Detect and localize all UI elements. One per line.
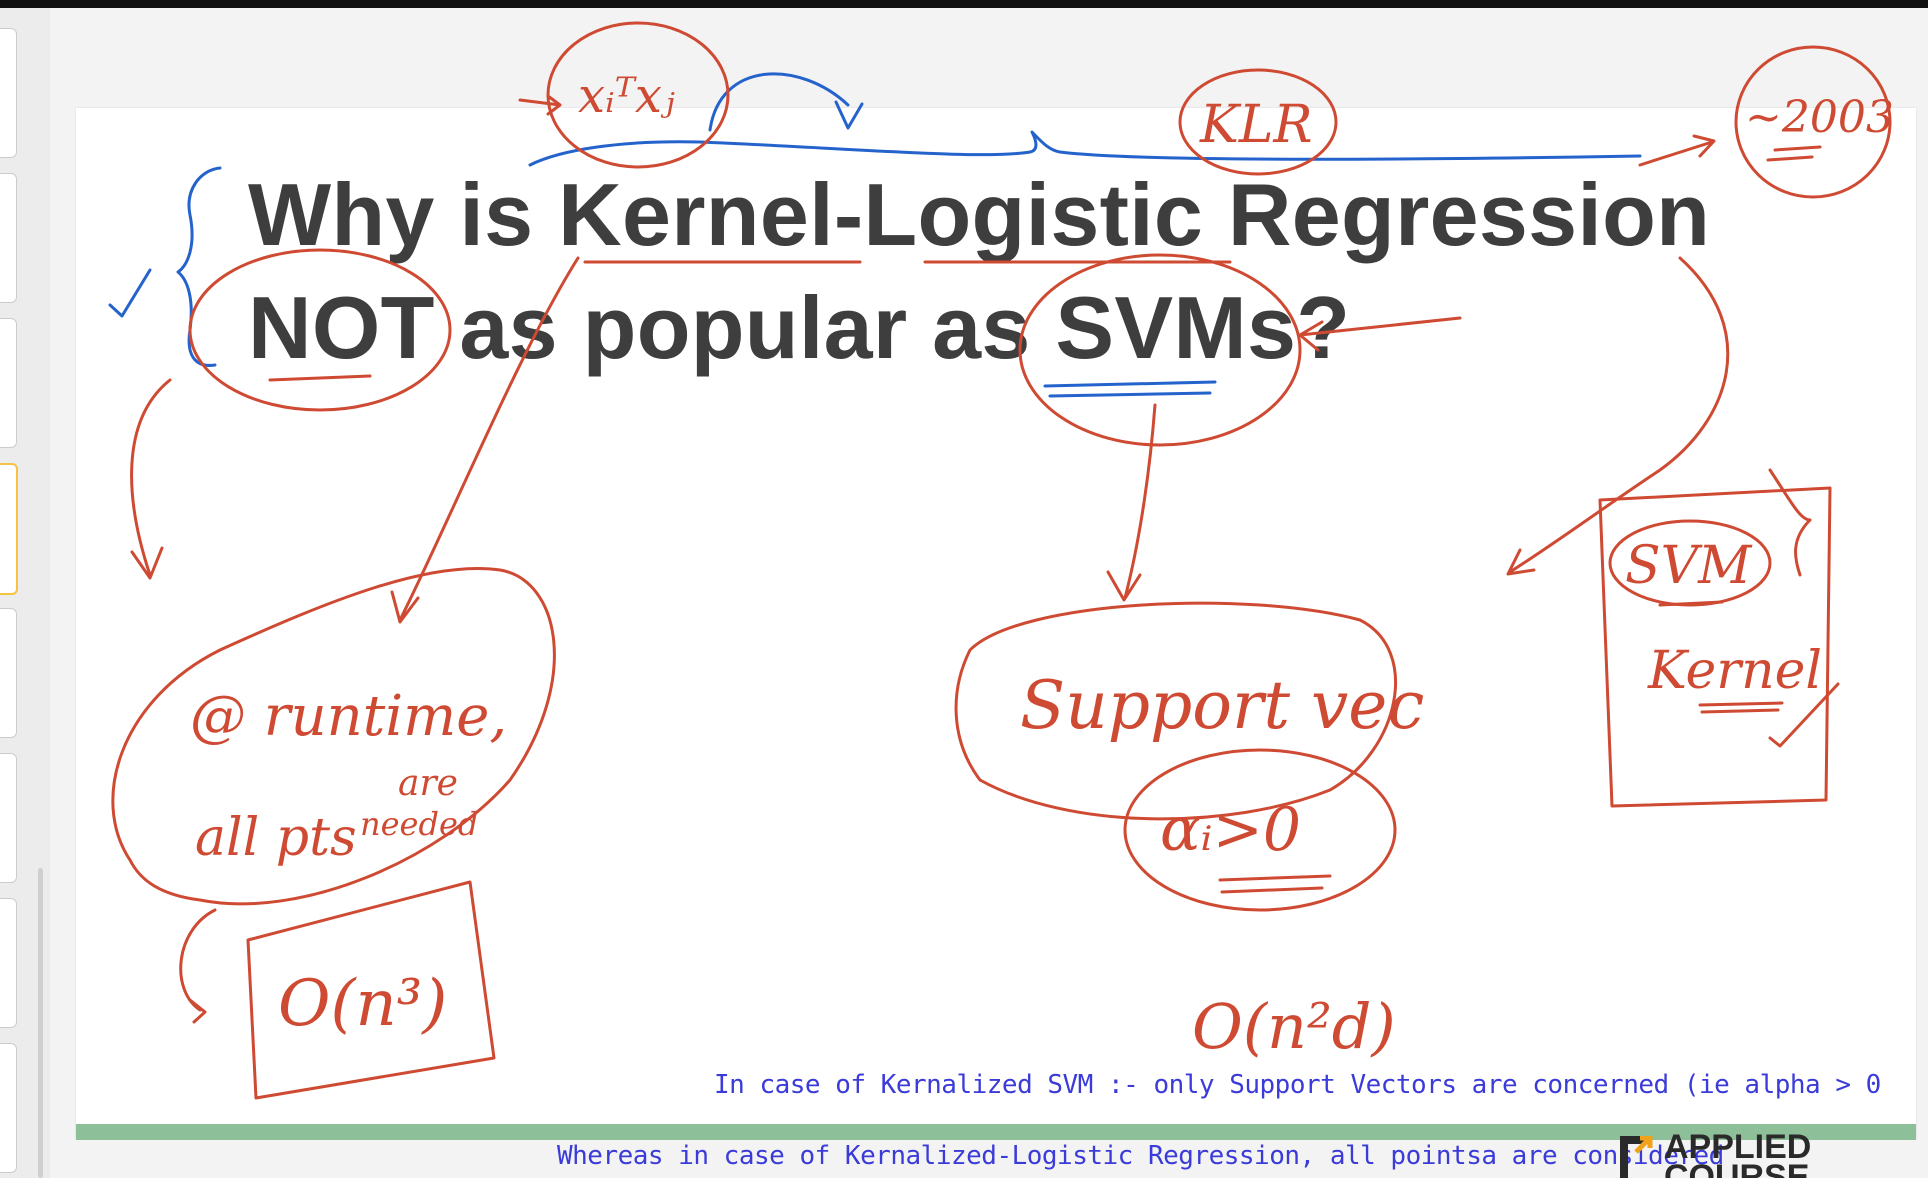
logo-mark-icon: [1620, 1136, 1653, 1178]
runtime-text-3: are: [398, 763, 458, 804]
circle-svms: [1018, 253, 1302, 447]
complexity-n3: O(n³): [278, 967, 447, 1041]
arrow-to-year: [1638, 134, 1716, 167]
applied-course-logo: APPLIED COURSE: [1620, 1132, 1920, 1178]
klr-label: KLR: [1199, 95, 1313, 155]
underline-not: [268, 374, 372, 382]
blue-brace: [176, 166, 222, 367]
arrow-from-not: [130, 378, 172, 580]
ink-annotations-layer: @ runtime, all pts are needed O(n³) Supp…: [108, 21, 1894, 1100]
xi-xj-left-arrow: [518, 94, 562, 116]
logo-line-2: COURSE: [1664, 1158, 1810, 1178]
arrow-klr-to-svm: [1506, 256, 1730, 576]
circle-not: [188, 248, 452, 412]
xi-xj-label: xᵢᵀxⱼ: [578, 68, 675, 124]
check-svm: [1768, 468, 1812, 577]
underline-alpha: [1218, 874, 1332, 894]
runtime-text-2: all pts: [195, 808, 357, 868]
runtime-text-1: @ runtime,: [190, 684, 507, 749]
arrow-to-svms: [1298, 316, 1462, 352]
logo-text: APPLIED COURSE: [1664, 1132, 1811, 1178]
underline-year: [1766, 145, 1822, 162]
complexity-n2d: O(n²d): [1192, 990, 1396, 1063]
svm-label: SVM: [1625, 536, 1753, 596]
arrow-svms-to-support: [1106, 403, 1157, 602]
year-label: ~2003: [1745, 92, 1894, 143]
blue-arrow-curve: [708, 72, 850, 132]
caption-line-1: In case of Kernalized SVM :- only Suppor…: [714, 1070, 1881, 1100]
caption-line-2: Whereas in case of Kernalized-Logistic R…: [557, 1141, 1724, 1171]
kernel-label: Kernel: [1647, 641, 1822, 701]
arrow-to-complexity-n3: [179, 908, 217, 1024]
underline-kernel: [1698, 701, 1784, 714]
runtime-text-4: needed: [360, 805, 478, 843]
blue-checkmark: [108, 268, 152, 318]
support-vectors-text: Support vec: [1020, 667, 1424, 744]
alpha-text: αᵢ>0: [1160, 795, 1301, 865]
underline-svms: [1043, 380, 1217, 398]
